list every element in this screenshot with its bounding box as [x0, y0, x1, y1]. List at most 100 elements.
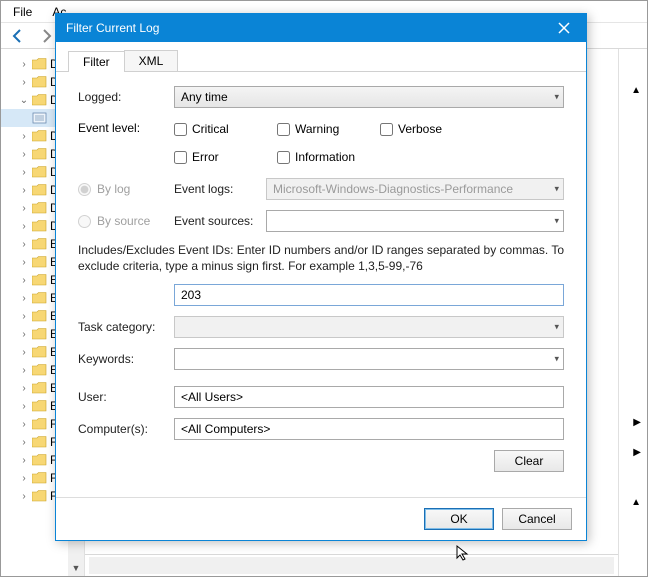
logged-combo[interactable]: Any time ▾: [174, 86, 564, 108]
expand-closed-icon[interactable]: ›: [19, 383, 29, 394]
expand-closed-icon[interactable]: ›: [19, 293, 29, 304]
expand-closed-icon[interactable]: ›: [19, 77, 29, 88]
folder-icon: [32, 400, 47, 412]
filter-form: Logged: Any time ▾ Event level: Critical…: [56, 72, 586, 497]
chevron-down-icon: ▾: [554, 354, 559, 365]
folder-icon: [32, 184, 47, 196]
folder-icon: [32, 346, 47, 358]
expand-closed-icon[interactable]: ›: [19, 329, 29, 340]
folder-icon: [32, 76, 47, 88]
label-user: User:: [78, 390, 174, 404]
expand-closed-icon[interactable]: ›: [19, 185, 29, 196]
event-id-input[interactable]: [174, 284, 564, 306]
chevron-down-icon: ▾: [554, 322, 559, 333]
expand-closed-icon[interactable]: ›: [19, 437, 29, 448]
expand-closed-icon[interactable]: ›: [19, 221, 29, 232]
folder-icon: [32, 220, 47, 232]
folder-icon: [32, 202, 47, 214]
expand-closed-icon[interactable]: ›: [19, 257, 29, 268]
folder-icon: [32, 58, 47, 70]
checkbox-information[interactable]: Information: [277, 146, 387, 168]
ok-button[interactable]: OK: [424, 508, 494, 530]
label-logged: Logged:: [78, 90, 174, 104]
expand-closed-icon[interactable]: ›: [19, 131, 29, 142]
event-logs-combo: Microsoft-Windows-Diagnostics-Performanc…: [266, 178, 564, 200]
checkbox-error[interactable]: Error: [174, 146, 259, 168]
close-button[interactable]: [542, 14, 586, 42]
folder-icon: [32, 382, 47, 394]
expand-closed-icon[interactable]: ›: [19, 473, 29, 484]
expand-closed-icon[interactable]: ›: [19, 455, 29, 466]
chevron-down-icon: ▾: [554, 92, 559, 103]
expand-closed-icon[interactable]: ›: [19, 275, 29, 286]
label-event-sources: Event sources:: [174, 214, 266, 228]
expand-closed-icon[interactable]: ›: [19, 149, 29, 160]
tab-xml[interactable]: XML: [124, 50, 179, 71]
tab-filter[interactable]: Filter: [68, 51, 125, 72]
expand-closed-icon[interactable]: ›: [19, 491, 29, 502]
label-event-level: Event level:: [78, 118, 174, 168]
menu-file[interactable]: File: [5, 3, 40, 21]
keywords-combo[interactable]: ▾: [174, 348, 564, 370]
expand-closed-icon[interactable]: ›: [19, 401, 29, 412]
event-sources-combo[interactable]: ▾: [266, 210, 564, 232]
folder-icon: [32, 454, 47, 466]
forward-button[interactable]: [35, 26, 57, 46]
expand-closed-icon[interactable]: ›: [19, 347, 29, 358]
folder-icon: [32, 130, 47, 142]
expand-closed-icon[interactable]: ›: [19, 203, 29, 214]
folder-icon: [32, 274, 47, 286]
dialog-title: Filter Current Log: [66, 21, 542, 35]
expand-closed-icon[interactable]: ›: [19, 311, 29, 322]
filter-dialog: Filter Current Log Filter XML Logged: An…: [55, 13, 587, 541]
folder-icon: [32, 418, 47, 430]
folder-icon: [32, 328, 47, 340]
radio-by-log: By log: [78, 182, 174, 196]
right-caret-icon: ▲: [631, 497, 641, 508]
task-category-combo: ▾: [174, 316, 564, 338]
event-logs-value: Microsoft-Windows-Diagnostics-Performanc…: [273, 182, 563, 196]
right-caret-icon: ▲: [631, 85, 641, 96]
actions-pane: ▲ ▶ ▶ ▲: [619, 49, 647, 576]
expand-closed-icon[interactable]: ›: [19, 59, 29, 70]
checkbox-verbose[interactable]: Verbose: [380, 118, 465, 140]
folder-icon: [32, 310, 47, 322]
folder-icon: [32, 94, 47, 106]
dialog-titlebar[interactable]: Filter Current Log: [56, 14, 586, 42]
checkbox-warning[interactable]: Warning: [277, 118, 362, 140]
tab-strip: Filter XML: [56, 48, 586, 72]
log-icon: [32, 112, 47, 124]
computers-input[interactable]: [174, 418, 564, 440]
horizontal-scroll[interactable]: [85, 554, 618, 576]
cancel-button[interactable]: Cancel: [502, 508, 572, 530]
folder-icon: [32, 436, 47, 448]
event-id-hint: Includes/Excludes Event IDs: Enter ID nu…: [78, 242, 564, 274]
scroll-down-icon[interactable]: ▼: [68, 560, 84, 576]
label-task-category: Task category:: [78, 320, 174, 334]
label-computers: Computer(s):: [78, 422, 174, 436]
folder-icon: [32, 166, 47, 178]
radio-by-source: By source: [78, 214, 174, 228]
expand-closed-icon[interactable]: ›: [19, 239, 29, 250]
folder-icon: [32, 490, 47, 502]
folder-icon: [32, 472, 47, 484]
label-event-logs: Event logs:: [174, 182, 266, 196]
expand-open-icon[interactable]: ⌄: [19, 95, 29, 106]
expand-closed-icon[interactable]: ›: [19, 167, 29, 178]
checkbox-critical[interactable]: Critical: [174, 118, 259, 140]
expand-closed-icon[interactable]: ›: [19, 365, 29, 376]
folder-icon: [32, 238, 47, 250]
clear-button[interactable]: Clear: [494, 450, 564, 472]
right-caret-icon: ▶: [633, 447, 641, 458]
folder-icon: [32, 148, 47, 160]
back-button[interactable]: [7, 26, 29, 46]
logged-value: Any time: [181, 90, 228, 104]
dialog-footer: OK Cancel: [56, 497, 586, 540]
user-input[interactable]: [174, 386, 564, 408]
folder-icon: [32, 292, 47, 304]
chevron-down-icon: ▾: [554, 216, 559, 227]
chevron-down-icon: ▾: [554, 184, 559, 195]
folder-icon: [32, 364, 47, 376]
folder-icon: [32, 256, 47, 268]
expand-closed-icon[interactable]: ›: [19, 419, 29, 430]
